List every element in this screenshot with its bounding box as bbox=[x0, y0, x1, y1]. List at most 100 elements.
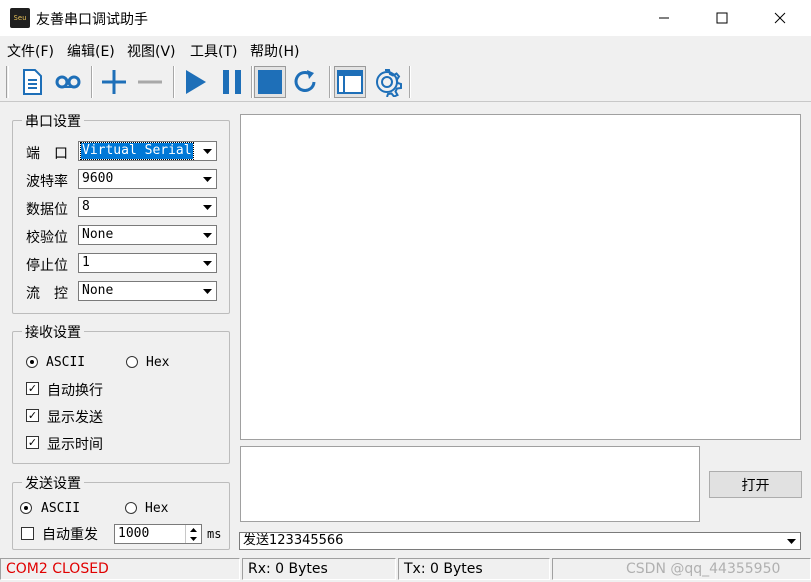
minimize-icon bbox=[659, 17, 669, 19]
menu-file[interactable]: 文件(F) bbox=[7, 41, 54, 61]
minimize-button[interactable] bbox=[640, 0, 688, 36]
plus-icon bbox=[102, 70, 126, 94]
title-bar: Seu 友善串口调试助手 bbox=[0, 0, 811, 36]
chevron-down-icon bbox=[190, 536, 197, 541]
send-ascii-label[interactable]: ASCII bbox=[41, 501, 80, 516]
stop-bits-label: 停止位 bbox=[26, 258, 68, 274]
auto-resend-label[interactable]: 自动重发 bbox=[42, 524, 98, 544]
window-toggle-button[interactable] bbox=[334, 66, 366, 98]
toolbar-separator bbox=[329, 66, 331, 98]
send-history-select[interactable]: 发送123345566 bbox=[239, 532, 801, 550]
maximize-button[interactable] bbox=[698, 0, 746, 36]
chevron-down-icon[interactable] bbox=[200, 227, 215, 243]
receive-ascii-label[interactable]: ASCII bbox=[46, 355, 85, 370]
window-icon bbox=[337, 70, 363, 94]
auto-newline-checkbox[interactable]: ✓ bbox=[26, 382, 39, 395]
minus-icon bbox=[138, 80, 162, 84]
chevron-down-icon[interactable] bbox=[784, 533, 799, 549]
show-time-label[interactable]: 显示时间 bbox=[47, 434, 103, 454]
play-button[interactable] bbox=[179, 66, 211, 98]
watermark: CSDN @qq_44355950 bbox=[626, 561, 781, 577]
settings-button[interactable] bbox=[371, 66, 403, 98]
receive-text-area[interactable] bbox=[240, 114, 801, 440]
resend-interval-value: 1000 bbox=[118, 526, 150, 541]
auto-newline-label[interactable]: 自动换行 bbox=[47, 380, 103, 400]
close-button[interactable] bbox=[756, 0, 804, 36]
stop-bits-value: 1 bbox=[82, 255, 90, 270]
stop-button[interactable] bbox=[254, 66, 286, 98]
flow-control-select[interactable]: None bbox=[78, 281, 217, 301]
new-file-icon bbox=[23, 69, 42, 95]
menu-bar: 文件(F) 编辑(E) 视图(V) 工具(T) 帮助(H) bbox=[0, 37, 811, 61]
receive-ascii-radio[interactable] bbox=[26, 356, 38, 368]
show-sent-checkbox[interactable]: ✓ bbox=[26, 409, 39, 422]
close-icon bbox=[774, 12, 786, 24]
flow-control-value: None bbox=[82, 283, 114, 298]
port-label: 端 口 bbox=[26, 146, 68, 162]
add-button[interactable] bbox=[98, 66, 130, 98]
stop-bits-select[interactable]: 1 bbox=[78, 253, 217, 273]
record-button[interactable] bbox=[52, 66, 84, 98]
pause-button[interactable] bbox=[216, 66, 248, 98]
chevron-down-icon[interactable] bbox=[200, 283, 215, 299]
interval-unit-label: ms bbox=[207, 527, 222, 541]
maximize-icon bbox=[716, 12, 728, 24]
receive-settings-title: 接收设置 bbox=[22, 322, 84, 342]
menu-tools[interactable]: 工具(T) bbox=[190, 41, 237, 61]
chevron-down-icon[interactable] bbox=[200, 143, 215, 159]
auto-resend-checkbox[interactable] bbox=[21, 527, 34, 540]
toolbar-grip bbox=[6, 66, 9, 98]
data-bits-value: 8 bbox=[82, 199, 90, 214]
menu-view[interactable]: 视图(V) bbox=[127, 41, 176, 61]
play-icon bbox=[186, 70, 206, 94]
refresh-button[interactable] bbox=[290, 66, 322, 98]
baud-rate-label: 波特率 bbox=[26, 174, 68, 190]
rx-count: Rx: 0 Bytes bbox=[242, 558, 396, 580]
receive-hex-radio[interactable] bbox=[126, 356, 138, 368]
stepper-up-button[interactable] bbox=[186, 525, 201, 534]
window-title: 友善串口调试助手 bbox=[36, 12, 148, 28]
parity-label: 校验位 bbox=[26, 230, 68, 246]
toolbar-separator bbox=[251, 66, 253, 98]
parity-value: None bbox=[82, 227, 114, 242]
send-hex-radio[interactable] bbox=[125, 502, 137, 514]
chevron-up-icon bbox=[190, 527, 197, 532]
send-ascii-radio[interactable] bbox=[20, 502, 32, 514]
data-bits-select[interactable]: 8 bbox=[78, 197, 217, 217]
tx-count: Tx: 0 Bytes bbox=[398, 558, 550, 580]
toolbar-separator bbox=[173, 66, 175, 98]
flow-control-label: 流 控 bbox=[26, 286, 68, 302]
port-select[interactable]: Virtual Serial bbox=[78, 141, 217, 161]
new-file-button[interactable] bbox=[16, 66, 48, 98]
menu-edit[interactable]: 编辑(E) bbox=[67, 41, 115, 61]
chevron-down-icon[interactable] bbox=[200, 171, 215, 187]
send-text-area[interactable] bbox=[240, 446, 700, 522]
show-sent-label[interactable]: 显示发送 bbox=[47, 407, 103, 427]
port-status: COM2 CLOSED bbox=[0, 558, 240, 580]
chevron-down-icon[interactable] bbox=[200, 199, 215, 215]
cassette-icon bbox=[55, 75, 81, 89]
gear-icon bbox=[376, 69, 402, 97]
toolbar-separator bbox=[409, 66, 411, 98]
toolbar-separator bbox=[91, 66, 93, 98]
data-bits-label: 数据位 bbox=[26, 202, 68, 218]
app-icon: Seu bbox=[10, 8, 30, 28]
status-bar: COM2 CLOSED Rx: 0 Bytes Tx: 0 Bytes CSDN… bbox=[0, 556, 811, 582]
port-value: Virtual Serial bbox=[80, 142, 194, 160]
send-settings-title: 发送设置 bbox=[22, 473, 84, 493]
parity-select[interactable]: None bbox=[78, 225, 217, 245]
baud-rate-value: 9600 bbox=[82, 171, 114, 186]
stepper-down-button[interactable] bbox=[186, 534, 201, 543]
resend-interval-stepper[interactable]: 1000 bbox=[114, 524, 202, 544]
stepper-buttons bbox=[185, 525, 201, 543]
send-hex-label[interactable]: Hex bbox=[145, 501, 168, 516]
open-button[interactable]: 打开 bbox=[709, 471, 802, 498]
send-history-value: 发送123345566 bbox=[243, 533, 344, 548]
receive-hex-label[interactable]: Hex bbox=[146, 355, 169, 370]
menu-help[interactable]: 帮助(H) bbox=[250, 41, 299, 61]
chevron-down-icon[interactable] bbox=[200, 255, 215, 271]
show-time-checkbox[interactable]: ✓ bbox=[26, 436, 39, 449]
remove-button[interactable] bbox=[134, 66, 166, 98]
toolbar bbox=[0, 62, 811, 102]
baud-rate-select[interactable]: 9600 bbox=[78, 169, 217, 189]
